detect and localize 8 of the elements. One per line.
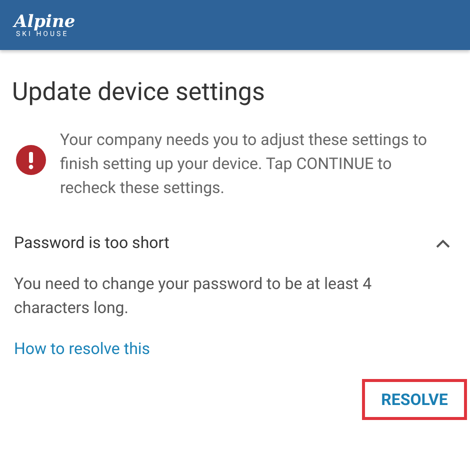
page-title: Update device settings bbox=[12, 77, 266, 109]
resolve-button[interactable]: RESOLVE bbox=[362, 379, 467, 420]
chevron-icon[interactable] bbox=[436, 238, 450, 248]
notice-message: Your company needs you to adjust these settings to finish setting up your device. Tap CONTINUE to recheck these settings. bbox=[60, 129, 428, 199]
issue-title: Password is too short bbox=[14, 232, 170, 254]
help-link[interactable]: How to resolve this bbox=[14, 337, 150, 361]
issue-header[interactable]: Password is too short bbox=[14, 228, 450, 258]
issue-description: You need to change your password to be at least 4 characters long. bbox=[14, 273, 373, 319]
